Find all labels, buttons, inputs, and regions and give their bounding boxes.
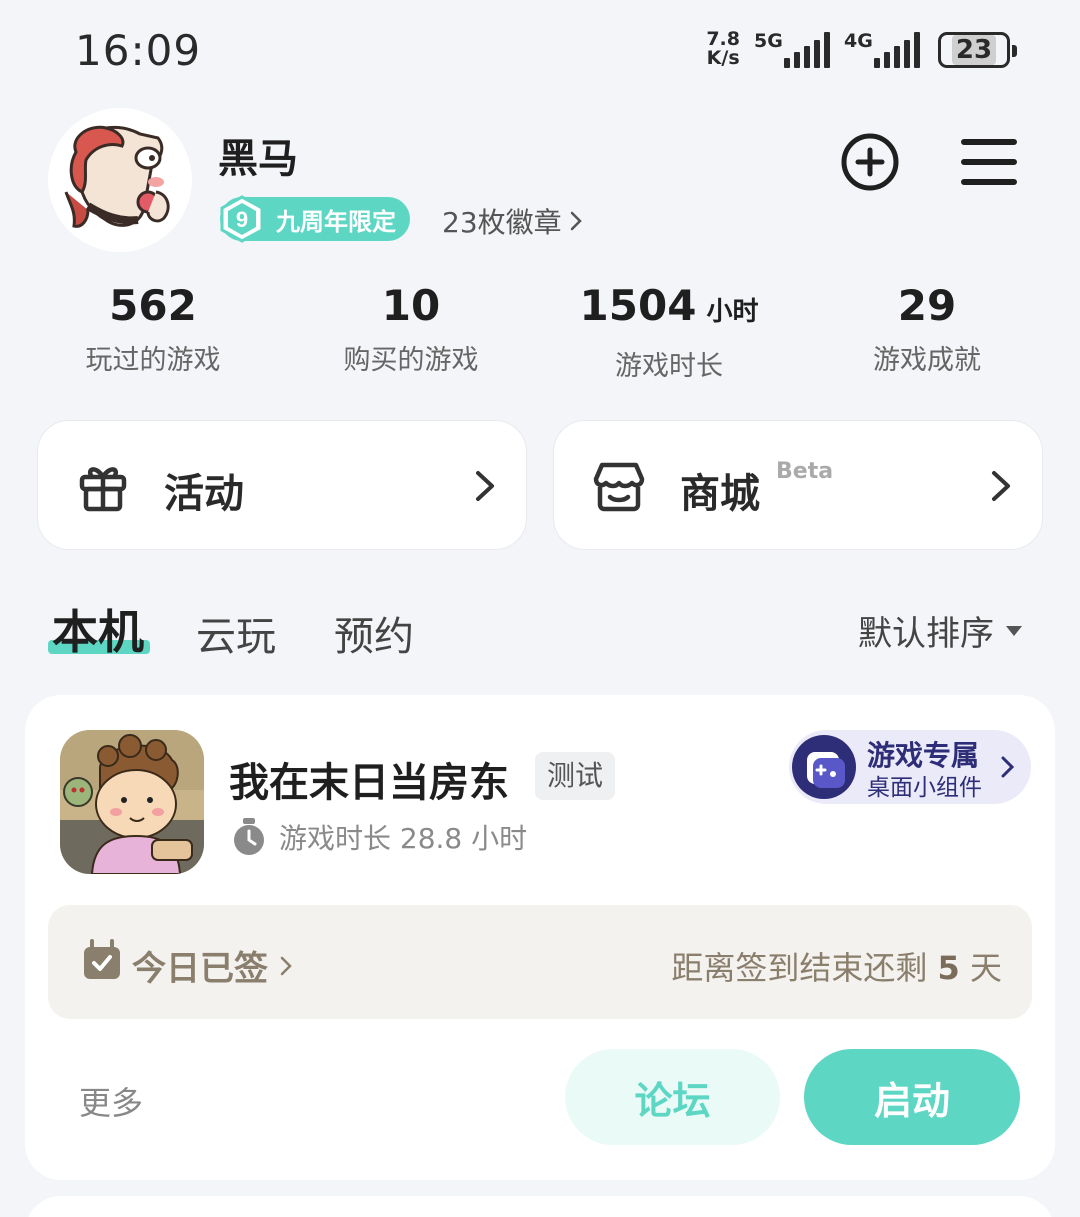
hexagon-badge-icon: 9 <box>220 195 264 243</box>
game-playtime: 游戏时长 28.8 小时 <box>231 817 527 857</box>
stat-purchased-games[interactable]: 10 购买的游戏 <box>291 282 531 377</box>
tab-cloud[interactable]: 云玩 <box>196 604 276 662</box>
more-link[interactable]: 更多 <box>79 1078 143 1124</box>
tab-local[interactable]: 本机 <box>52 596 144 662</box>
badge-count-text: 23枚徽章 <box>442 206 562 239</box>
stat-label: 玩过的游戏 <box>85 345 221 376</box>
horse-avatar-image <box>48 108 192 252</box>
checkin-bar[interactable]: 今日已签 距离签到结束还剩 5 天 <box>48 905 1032 1019</box>
stat-value: 29 <box>897 281 957 330</box>
chevron-right-icon <box>992 471 1010 501</box>
sort-label: 默认排序 <box>858 614 994 654</box>
signal-4g-icon: 4G <box>844 30 920 68</box>
checkin-suffix: 天 <box>959 949 1002 987</box>
forum-button[interactable]: 论坛 <box>565 1049 780 1145</box>
stat-play-time[interactable]: 1504 小时 游戏时长 <box>549 282 789 383</box>
tab-reserve[interactable]: 预约 <box>334 604 414 662</box>
avatar[interactable] <box>48 108 192 252</box>
stat-unit: 小时 <box>706 297 759 327</box>
sort-dropdown[interactable]: 默认排序 <box>858 606 1022 655</box>
gift-icon <box>79 467 127 512</box>
badge-number: 9 <box>236 207 248 232</box>
stat-value: 10 <box>381 281 441 330</box>
chevron-right-icon <box>280 956 292 975</box>
chevron-right-icon <box>570 211 582 231</box>
stat-value: 1504 小时 <box>579 281 759 330</box>
shop-label: 商城 <box>680 471 760 517</box>
shop-card[interactable]: 商城 Beta <box>553 420 1043 550</box>
stat-achievements[interactable]: 29 游戏成就 <box>807 282 1047 377</box>
playtime-text: 游戏时长 28.8 小时 <box>279 822 528 855</box>
stopwatch-icon <box>234 818 264 855</box>
plus-circle-icon[interactable] <box>840 132 900 192</box>
checkin-status[interactable]: 今日已签 <box>132 941 292 990</box>
status-indicators: 7.8 K/s 5G 4G 23 <box>706 30 1017 68</box>
network-speed: 7.8 K/s <box>706 30 740 68</box>
game-cover-image <box>60 730 204 874</box>
status-bar: 16:09 7.8 K/s 5G 4G 23 <box>0 0 1080 100</box>
next-game-card[interactable] <box>25 1196 1055 1217</box>
stat-label: 游戏时长 <box>615 351 723 382</box>
checkin-prefix: 距离签到结束还剩 <box>671 949 938 987</box>
activity-card[interactable]: 活动 <box>37 420 527 550</box>
store-icon <box>593 462 645 512</box>
checkin-days: 5 <box>937 949 960 987</box>
test-tag: 测试 <box>535 752 616 800</box>
game-card[interactable]: 我在末日当房东 测试 游戏时长 28.8 小时 游戏专属 桌面小组件 今日已签 … <box>25 695 1055 1180</box>
stat-label: 购买的游戏 <box>343 345 479 376</box>
username: 黑马 <box>218 136 298 182</box>
chevron-right-icon <box>1001 756 1015 778</box>
launch-button[interactable]: 启动 <box>804 1049 1020 1145</box>
net-speed-unit: K/s <box>706 47 740 69</box>
signal-4g-label: 4G <box>844 30 873 52</box>
stat-value: 562 <box>109 281 197 330</box>
chevron-right-icon <box>476 471 494 501</box>
badge-count-link[interactable]: 23枚徽章 <box>442 201 582 241</box>
desktop-widget-button[interactable]: 游戏专属 桌面小组件 <box>789 730 1031 804</box>
battery-icon: 23 <box>938 32 1017 68</box>
gamepad-icon <box>792 735 856 799</box>
stat-played-games[interactable]: 562 玩过的游戏 <box>33 282 273 377</box>
battery-level: 23 <box>951 35 997 65</box>
anniversary-badge[interactable]: 9 九周年限定 <box>220 195 410 243</box>
activity-label: 活动 <box>164 471 244 517</box>
checkin-remaining: 距离签到结束还剩 5 天 <box>671 943 1002 989</box>
stat-label: 游戏成就 <box>873 345 981 376</box>
beta-tag: Beta <box>776 459 834 484</box>
badge-label: 九周年限定 <box>276 207 396 236</box>
signal-5g-icon: 5G <box>754 30 830 68</box>
caret-down-icon <box>1006 625 1022 636</box>
signal-5g-label: 5G <box>754 30 783 52</box>
game-title: 我在末日当房东 <box>229 760 509 806</box>
game-icon[interactable] <box>60 730 204 874</box>
checkin-label: 今日已签 <box>132 949 268 989</box>
widget-subtitle: 桌面小组件 <box>867 775 982 801</box>
calendar-check-icon <box>84 939 120 979</box>
status-time: 16:09 <box>75 26 202 75</box>
hamburger-menu-icon[interactable] <box>960 136 1018 188</box>
